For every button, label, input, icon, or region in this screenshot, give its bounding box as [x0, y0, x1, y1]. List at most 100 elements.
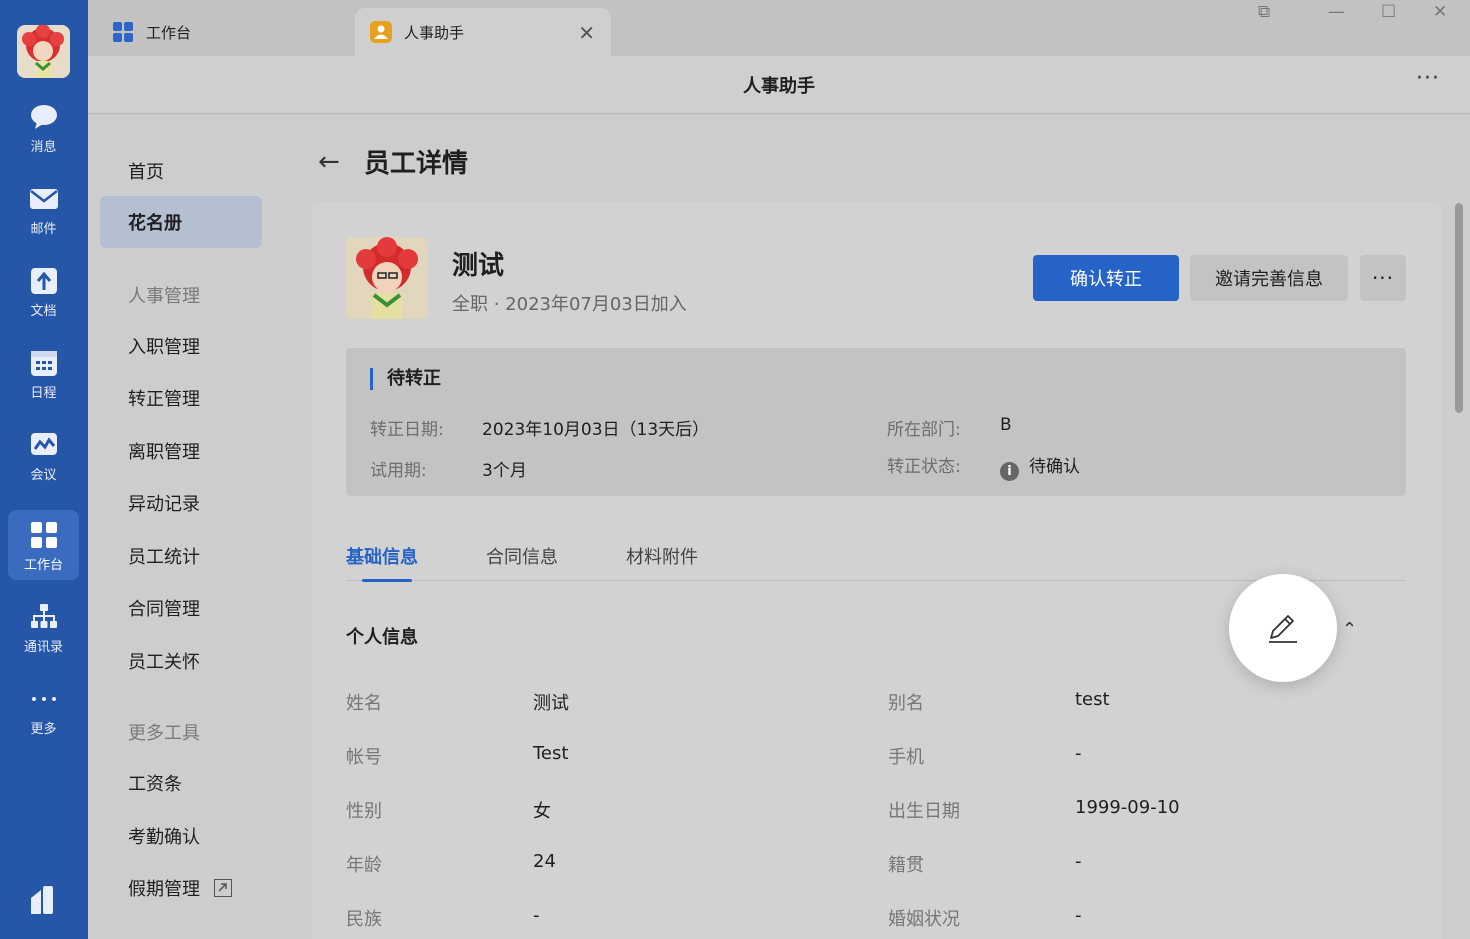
regularization-status-panel: 待转正 转正日期: 2023年10月03日（13天后） 试用期: 3个月 所在部… [346, 348, 1406, 496]
field-value: 女 [533, 801, 551, 822]
maximize-window-icon[interactable]: ☐ [1381, 2, 1396, 22]
tab-label: 人事助手 [404, 23, 465, 42]
field-value: Test [533, 743, 569, 764]
nav-item-regularization[interactable]: 转正管理 [100, 372, 262, 424]
edit-button[interactable] [1229, 574, 1337, 682]
tab-label: 工作台 [146, 23, 192, 42]
tab-basic-info[interactable]: 基础信息 [346, 543, 418, 569]
nav-item-contracts[interactable]: 合同管理 [100, 582, 262, 634]
app-rail: 消息 邮件 文档 日程 会议 工作台 通讯录 更多 [0, 0, 88, 939]
chat-bubble-icon [31, 105, 57, 129]
nav-item-offboarding[interactable]: 离职管理 [100, 425, 262, 477]
field-value: 24 [533, 851, 556, 872]
external-link-icon [214, 879, 232, 897]
probation-value: 3个月 [482, 461, 527, 481]
field-label: 性别 [346, 801, 382, 822]
tab-contract-info[interactable]: 合同信息 [486, 543, 558, 569]
field-label: 姓名 [346, 693, 382, 714]
section-title: 个人信息 [346, 627, 418, 648]
rail-item-messages[interactable]: 消息 [8, 92, 79, 162]
tab-close-icon[interactable]: ✕ [578, 21, 595, 45]
field-label: 年龄 [346, 855, 382, 876]
rail-item-contacts[interactable]: 通讯录 [8, 592, 79, 662]
pencil-icon [1269, 615, 1297, 643]
meeting-icon [31, 433, 57, 455]
org-chart-icon [31, 604, 57, 628]
employee-subtitle: 全职 · 2023年07月03日加入 [452, 294, 687, 315]
field-label: 民族 [346, 909, 382, 930]
rail-label: 更多 [30, 722, 57, 737]
rail-bottom-icon[interactable] [29, 884, 57, 920]
info-icon: i [1000, 462, 1019, 481]
tab-hr-assistant[interactable]: 人事助手 ✕ [355, 8, 611, 56]
rail-item-calendar[interactable]: 日程 [8, 338, 79, 408]
mail-icon [30, 189, 58, 209]
field-label: 帐号 [346, 747, 382, 768]
field-label: 手机 [888, 747, 924, 768]
nav-item-payslip[interactable]: 工资条 [100, 757, 262, 809]
calendar-icon [31, 351, 57, 376]
state-text: 待确认 [1029, 457, 1080, 477]
rail-label: 文档 [30, 304, 57, 319]
nav-item-attendance[interactable]: 考勤确认 [100, 810, 262, 862]
rail-label: 日程 [30, 386, 57, 401]
regularization-date-label: 转正日期: [370, 420, 444, 440]
rail-item-docs[interactable]: 文档 [8, 256, 79, 326]
field-value: - [1075, 743, 1082, 764]
close-window-icon[interactable]: ✕ [1433, 2, 1447, 22]
invite-complete-info-button[interactable]: 邀请完善信息 [1190, 255, 1348, 301]
status-title: 待转正 [370, 368, 441, 390]
nav-item-care[interactable]: 员工关怀 [100, 635, 262, 687]
scrollbar[interactable] [1455, 203, 1463, 413]
active-tab-indicator [362, 579, 412, 582]
department-label: 所在部门: [887, 420, 961, 440]
probation-label: 试用期: [370, 461, 427, 481]
rail-item-meeting[interactable]: 会议 [8, 420, 79, 490]
nav-item-onboarding[interactable]: 入职管理 [100, 320, 262, 372]
rail-label: 工作台 [23, 558, 63, 573]
nav-item-changes[interactable]: 异动记录 [100, 477, 262, 529]
page-title: 员工详情 [364, 149, 469, 179]
user-avatar[interactable] [17, 25, 70, 78]
field-value: - [533, 905, 540, 926]
back-button[interactable]: ← [318, 147, 340, 177]
rail-item-more[interactable]: 更多 [8, 674, 79, 744]
app-title-bar: 人事助手 ··· [88, 56, 1470, 114]
rail-item-mail[interactable]: 邮件 [8, 174, 79, 244]
tab-attachments[interactable]: 材料附件 [626, 543, 698, 569]
hr-app-icon [370, 21, 392, 43]
nav-item-leave[interactable]: 假期管理 [100, 862, 262, 914]
rail-label: 通讯录 [23, 640, 63, 655]
field-label: 婚姻状况 [888, 909, 960, 930]
nav-item-roster[interactable]: 花名册 [100, 196, 262, 248]
confirm-regularization-button[interactable]: 确认转正 [1033, 255, 1179, 301]
more-options-button[interactable]: ··· [1416, 66, 1440, 91]
nav-item-home[interactable]: 首页 [100, 145, 262, 197]
field-label: 别名 [888, 693, 924, 714]
workbench-grid-icon [113, 22, 133, 42]
rail-label: 会议 [30, 468, 57, 483]
building-icon [31, 886, 53, 914]
rail-item-workbench[interactable]: 工作台 [8, 510, 79, 580]
employee-avatar [346, 237, 428, 319]
nav-item-stats[interactable]: 员工统计 [100, 530, 262, 582]
regularization-date-value: 2023年10月03日（13天后） [482, 420, 710, 440]
field-label: 出生日期 [888, 801, 960, 822]
tab-workbench[interactable]: 工作台 [112, 8, 191, 56]
rail-label: 邮件 [30, 222, 57, 237]
field-value: 1999-09-10 [1075, 797, 1180, 818]
regularization-state-label: 转正状态: [887, 457, 961, 477]
employee-name: 测试 [452, 251, 505, 281]
restore-window-icon[interactable]: ⧉ [1258, 2, 1270, 22]
field-label: 籍贯 [888, 855, 924, 876]
regularization-state-value: i 待确认 [1000, 452, 1080, 481]
document-icon [31, 268, 57, 294]
chevron-up-icon[interactable]: ⌃ [1342, 619, 1357, 640]
rail-label: 消息 [30, 140, 57, 155]
department-value: B [1000, 415, 1012, 435]
field-value: - [1075, 905, 1082, 926]
more-actions-button[interactable]: ··· [1360, 255, 1406, 301]
minimize-window-icon[interactable]: — [1328, 2, 1345, 22]
workbench-grid-icon [31, 522, 57, 548]
more-dots-icon [32, 697, 56, 701]
